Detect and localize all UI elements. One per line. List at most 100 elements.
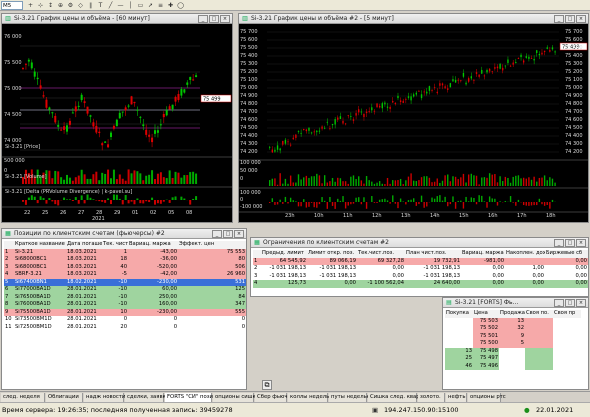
- arrow-tool-icon[interactable]: ➚: [146, 1, 155, 10]
- table-row[interactable]: 2 -1 031 198,13 -1 031 198,13 0,00 -1 031 19…: [253, 265, 588, 273]
- minimize-button[interactable]: _: [554, 239, 564, 247]
- price-tick: 75 500: [240, 45, 258, 51]
- workspace-tab[interactable]: след. неделя: [1, 393, 45, 402]
- close-button[interactable]: ×: [576, 239, 586, 247]
- dock-icon[interactable]: ⧉: [262, 380, 272, 390]
- table-row[interactable]: 1 Si-3.21 18.03.2021 1 -43,00 75 553: [4, 248, 246, 256]
- workspace-tab[interactable]: коллы недель.: [288, 393, 331, 402]
- workspace-tab[interactable]: Облигации: [46, 393, 83, 402]
- mark-tool-icon[interactable]: ✚: [166, 1, 175, 10]
- volume-bar: [282, 183, 284, 186]
- vline-tool-icon[interactable]: │: [126, 1, 135, 10]
- orderbook-icon: ▤: [446, 299, 452, 306]
- column-header[interactable]: Покупка: [445, 310, 473, 318]
- table-icon: ▦: [5, 230, 11, 237]
- candle-body: [538, 53, 541, 56]
- orderbook-row[interactable]: 75 501 9: [445, 332, 581, 340]
- workspace-tab[interactable]: опционы сишка: [213, 393, 259, 402]
- hline-tool-icon[interactable]: —: [116, 1, 125, 10]
- volume-bar: [520, 178, 522, 186]
- column-header[interactable]: Своя по.: [525, 310, 553, 318]
- table-row[interactable]: 11 Si72500BM1D 28.01.2021 20 0 0: [4, 323, 246, 331]
- column-header[interactable]: Вариац. маржа: [128, 241, 178, 249]
- close-button[interactable]: ×: [576, 299, 586, 307]
- maximize-button[interactable]: □: [223, 230, 233, 238]
- orderbook-row[interactable]: 46 75 496: [445, 362, 581, 370]
- workspace-tab[interactable]: надж новости: [84, 393, 125, 402]
- workspace-tab[interactable]: Сишка след. квартал: [368, 393, 429, 402]
- close-button[interactable]: ×: [220, 15, 230, 23]
- table-row[interactable]: 10 Si73500BM1D 28.01.2021 0 0 0: [4, 316, 246, 324]
- column-header[interactable]: Краткое название: [14, 241, 66, 249]
- workspace-tabs: след. неделя Облигации надж новости сделки,…: [0, 391, 590, 402]
- table-row[interactable]: 3 -1 031 198,13 -1 031 198,13 0,00 -1 031 19…: [253, 272, 588, 280]
- table-row[interactable]: 2 Si68000BC1 18.03.2021 18 -36,00 80: [4, 256, 246, 264]
- column-header[interactable]: Тек. чист: [102, 241, 128, 249]
- orderbook-row[interactable]: 75 500 5: [445, 340, 581, 348]
- table-row[interactable]: 7 Si76500BA1D 28.01.2021 -10 250,00 84: [4, 293, 246, 301]
- column-header[interactable]: Цена: [473, 310, 499, 318]
- volume-bar: [536, 181, 538, 186]
- table-row[interactable]: 5 Si67400BN1 18.02.2021 -10 -230,00 531: [4, 278, 246, 286]
- maximize-button[interactable]: □: [209, 15, 219, 23]
- table-row[interactable]: 9 Si75500BA1D 28.01.2021 10 -230,00 555: [4, 308, 246, 316]
- channel-icon[interactable]: ∥: [86, 1, 95, 10]
- minimize-button[interactable]: _: [198, 15, 208, 23]
- orderbook-row[interactable]: 75 502 32: [445, 325, 581, 333]
- column-header[interactable]: План чист.поз.: [405, 250, 461, 258]
- maximize-button[interactable]: □: [565, 239, 575, 247]
- workspace-tab[interactable]: путы недельки: [329, 393, 373, 402]
- workspace-tab[interactable]: Сбер фьюч: [255, 393, 288, 402]
- table-row[interactable]: 4 125,73 0,00 -1 100 562,04 24 640,00 0,00 0,0…: [253, 280, 588, 288]
- column-header[interactable]: Вариац. маржа: [461, 250, 505, 258]
- cycle-tool-icon[interactable]: ◯: [176, 1, 185, 10]
- minimize-button[interactable]: _: [554, 15, 564, 23]
- move-icon[interactable]: ↕: [46, 1, 55, 10]
- column-header[interactable]: [4, 241, 14, 249]
- fib-tool-icon[interactable]: ≡: [156, 1, 165, 10]
- orderbook-row[interactable]: 13 75 498: [445, 347, 581, 355]
- minimize-button[interactable]: _: [554, 299, 564, 307]
- candle-body: [533, 58, 535, 61]
- column-header[interactable]: Дата погаше: [66, 241, 102, 249]
- maximize-button[interactable]: □: [565, 15, 575, 23]
- workspace-tab[interactable]: опционы ртс: [468, 393, 506, 402]
- column-header[interactable]: Тек.чист.поз.: [357, 250, 405, 258]
- zoom-in-icon[interactable]: ⊕: [56, 1, 65, 10]
- text-tool-icon[interactable]: T: [96, 1, 105, 10]
- volume-bar: [504, 176, 507, 186]
- column-header[interactable]: Продажа: [499, 310, 525, 318]
- workspace-tab[interactable]: FORTS "СИ" позици.: [165, 393, 222, 402]
- price-chart-5min[interactable]: 75 499: [239, 24, 588, 222]
- candle-body: [457, 79, 459, 81]
- table-row[interactable]: 8 Si76000BA1D 28.01.2021 -10 160,00 347: [4, 301, 246, 309]
- minimize-button[interactable]: _: [212, 230, 222, 238]
- column-header[interactable]: Эффект. цен: [178, 241, 246, 249]
- close-button[interactable]: ×: [234, 230, 244, 238]
- workspace-tab[interactable]: сделки, заявки: [125, 393, 169, 402]
- table-row[interactable]: 6 Si77000BA1D 28.01.2021 -10 60,00 125: [4, 286, 246, 294]
- settings-icon[interactable]: ⚙: [66, 1, 75, 10]
- volume-bar: [525, 178, 527, 186]
- table-row[interactable]: 4 SBRF-3.21 18.03.2021 -5 -42,00 26 960: [4, 271, 246, 279]
- column-header[interactable]: Своя пр: [553, 310, 581, 318]
- interval-select[interactable]: M5: [1, 1, 23, 10]
- column-header[interactable]: Лимит откр. поз.: [307, 250, 357, 258]
- column-header[interactable]: Предыд. лимит: [261, 250, 307, 258]
- workspace-tab[interactable]: нефть: [446, 393, 467, 402]
- line-tool-icon[interactable]: ╱: [106, 1, 115, 10]
- shape-icon[interactable]: ◇: [76, 1, 85, 10]
- rect-tool-icon[interactable]: ▭: [136, 1, 145, 10]
- table-row[interactable]: 1 64 545,92 89 066,19 69 327,28 19 732,91 -98…: [253, 257, 588, 265]
- maximize-button[interactable]: □: [565, 299, 575, 307]
- close-button[interactable]: ×: [576, 15, 586, 23]
- orderbook-row[interactable]: 75 503 13: [445, 317, 581, 325]
- workspace-tab[interactable]: золото.: [418, 393, 445, 402]
- add-button[interactable]: +: [26, 1, 35, 10]
- column-header[interactable]: [253, 250, 261, 258]
- table-row[interactable]: 3 Si68000BC1 18.03.2021 40 -520,00 506: [4, 263, 246, 271]
- crosshair-icon[interactable]: ⊹: [36, 1, 45, 10]
- column-header[interactable]: Накоплен. доход: [505, 250, 545, 258]
- column-header[interactable]: Биржевые сб: [545, 250, 588, 258]
- orderbook-row[interactable]: 25 75 497: [445, 355, 581, 363]
